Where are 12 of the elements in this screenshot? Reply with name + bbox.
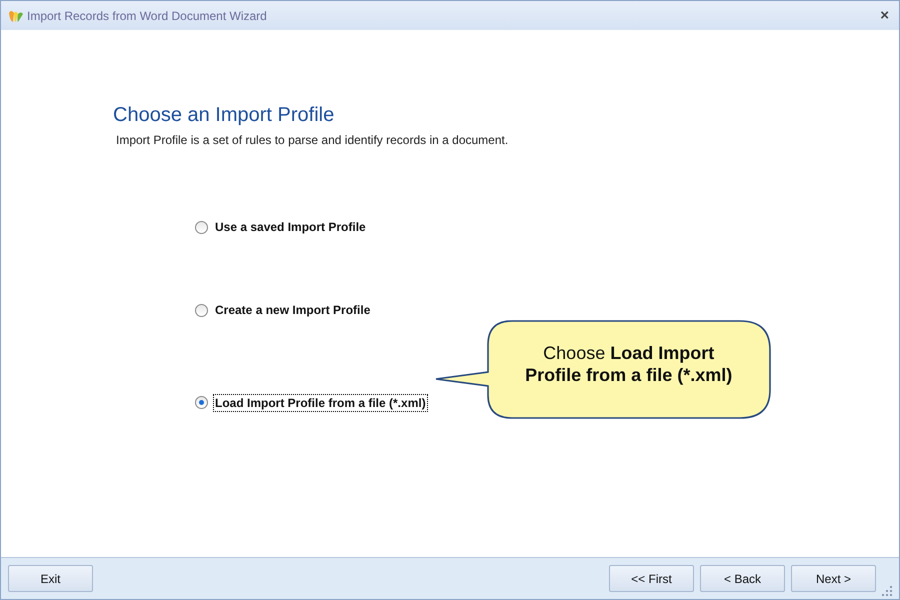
- option-label[interactable]: Load Import Profile from a file (*.xml): [213, 394, 428, 412]
- option-label[interactable]: Create a new Import Profile: [213, 301, 372, 319]
- exit-button[interactable]: Exit: [8, 565, 93, 592]
- option-label[interactable]: Use a saved Import Profile: [213, 218, 368, 236]
- next-button[interactable]: Next >: [791, 565, 876, 592]
- callout-text: Choose Load Import Profile from a file (*.xml): [524, 342, 734, 386]
- page-description: Import Profile is a set of rules to parse and identify records in a document.: [116, 133, 510, 147]
- window-title: Import Records from Word Document Wizard: [27, 8, 268, 22]
- back-button[interactable]: < Back: [700, 565, 785, 592]
- close-button[interactable]: ×: [876, 7, 893, 24]
- page-heading: Choose an Import Profile: [113, 104, 336, 127]
- first-button[interactable]: << First: [609, 565, 694, 592]
